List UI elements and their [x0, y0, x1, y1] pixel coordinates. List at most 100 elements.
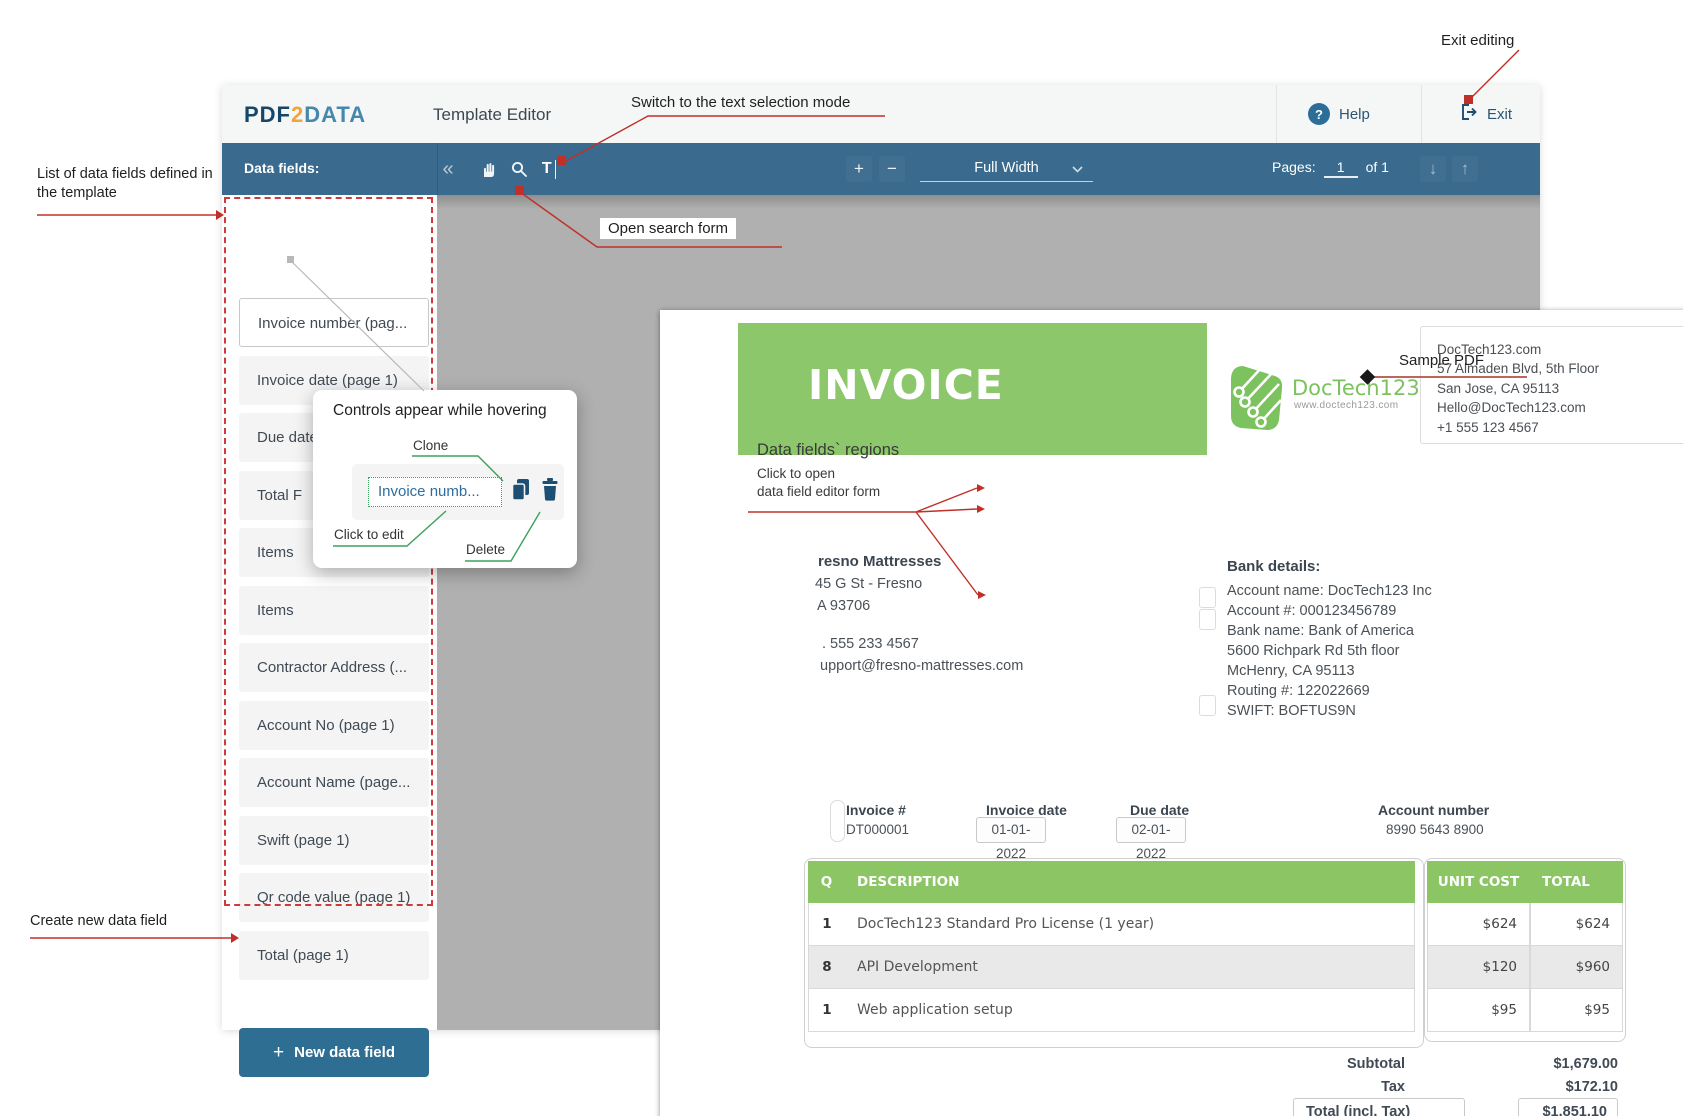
bank-line: 5600 Richpark Rd 5th floor — [1227, 641, 1432, 661]
company-address-box: DocTech123.com 57 Almaden Blvd, 5th Floo… — [1420, 326, 1683, 444]
invoice-title: INVOICE — [808, 361, 1004, 409]
text-selection-mode-button[interactable]: T — [536, 156, 562, 182]
help-button[interactable]: ? Help — [1308, 85, 1370, 143]
bank-line: Account name: DocTech123 Inc — [1227, 581, 1432, 601]
pan-tool-button[interactable] — [474, 156, 500, 182]
total-label-region[interactable]: Total (incl. Tax) — [1293, 1098, 1465, 1116]
hand-icon — [478, 160, 497, 179]
bank-details-heading: Bank details: — [1227, 558, 1320, 575]
cell-description: DocTech123 Standard Pro License (1 year) — [845, 903, 1415, 946]
field-item-items-2[interactable]: Items — [239, 586, 429, 635]
logo-part-pdf: PDF — [244, 102, 291, 127]
tooltip-field-card: Invoice numb... — [352, 464, 564, 520]
pages-total: of 1 — [1366, 159, 1389, 175]
field-item-qr-code[interactable]: Qr code value (page 1) — [239, 873, 429, 922]
create-field-annotation: Create new data field — [30, 913, 167, 929]
due-date-region[interactable]: 02-01-2022 — [1116, 817, 1186, 843]
column-gap — [1415, 903, 1427, 946]
app-logo: PDF2DATA — [244, 102, 366, 128]
region-marker-swift[interactable] — [1199, 695, 1216, 716]
pages-label: Pages: — [1272, 159, 1316, 175]
zoom-in-button[interactable]: + — [846, 156, 872, 182]
table-row: 1 Web application setup $95 $95 — [808, 989, 1623, 1032]
plus-icon: + — [273, 1042, 284, 1064]
text-caret-bar — [555, 160, 557, 179]
account-number-label: Account number — [1378, 802, 1489, 818]
due-date-label: Due date — [1130, 802, 1189, 818]
pdf-viewer: INVOICE DocTech123 www.doctech123.com — [437, 195, 1540, 1030]
delete-icon[interactable] — [540, 477, 560, 503]
pdf-page: INVOICE DocTech123 www.doctech123.com — [660, 310, 1683, 1116]
region-marker-account-name[interactable] — [1199, 587, 1216, 608]
next-page-button[interactable]: ↓ — [1420, 156, 1446, 182]
zoom-out-button[interactable]: − — [879, 156, 905, 182]
regions-annotation-sub2: data field editor form — [757, 484, 880, 499]
delete-annotation-label: Delete — [466, 542, 505, 557]
exit-button[interactable]: Exit — [1458, 85, 1512, 143]
cell-description: API Development — [845, 946, 1415, 989]
region-marker-account-no[interactable] — [1199, 609, 1216, 630]
invoice-no-label: Invoice # — [846, 802, 906, 818]
cell-unit-cost: $624 — [1427, 903, 1530, 946]
cell-qty: 1 — [808, 989, 845, 1032]
page-title: Template Editor — [433, 105, 551, 125]
previous-page-button[interactable]: ↑ — [1452, 156, 1478, 182]
search-button[interactable] — [506, 156, 532, 182]
col-header-description: DESCRIPTION — [845, 861, 1415, 903]
col-header-q: Q — [808, 861, 845, 903]
invoice-items-table: Q DESCRIPTION UNIT COST TOTAL 1 DocTech1… — [808, 861, 1623, 1032]
zoom-level-dropdown[interactable]: Full Width — [920, 156, 1093, 182]
bank-line: SWIFT: BOFTUS9N — [1227, 701, 1432, 721]
collapse-sidebar-button[interactable]: « — [435, 156, 461, 182]
new-data-field-label: New data field — [294, 1044, 395, 1061]
bank-line: Routing #: 122022669 — [1227, 681, 1432, 701]
new-data-field-button[interactable]: + New data field — [239, 1028, 429, 1077]
sender-street-fragment: 45 G St - Fresno — [815, 576, 922, 592]
cell-total: $960 — [1530, 946, 1623, 989]
bank-details-block: Account name: DocTech123 Inc Account #: … — [1227, 581, 1432, 721]
field-edit-chip[interactable]: Invoice numb... — [368, 477, 502, 507]
bank-line: Account #: 000123456789 — [1227, 601, 1432, 621]
exit-icon — [1458, 102, 1478, 126]
header-divider — [1421, 85, 1422, 143]
subtotal-label: Subtotal — [1205, 1056, 1405, 1072]
company-line: San Jose, CA 95113 — [1437, 379, 1683, 398]
data-fields-sidebar: Invoice number (pag... Invoice date (pag… — [222, 195, 437, 1030]
cell-unit-cost: $95 — [1427, 989, 1530, 1032]
invoice-date-region[interactable]: 01-01-2022 — [976, 817, 1046, 843]
field-item-contractor-address[interactable]: Contractor Address (... — [239, 643, 429, 692]
regions-annotation-sub1: Click to open — [757, 466, 835, 481]
cell-total: $624 — [1530, 903, 1623, 946]
tax-value: $172.10 — [1418, 1079, 1618, 1095]
app-header: PDF2DATA Template Editor ? Help Exit — [222, 85, 1540, 143]
field-item-swift[interactable]: Swift (page 1) — [239, 816, 429, 865]
clone-icon[interactable] — [510, 477, 532, 503]
logo-part-2: 2 — [291, 102, 304, 127]
clone-annotation-label: Clone — [413, 438, 448, 453]
column-gap — [1415, 989, 1427, 1032]
field-item-invoice-number[interactable]: Invoice number (pag... — [239, 298, 429, 347]
search-icon — [510, 160, 529, 179]
col-header-total: TOTAL — [1530, 861, 1623, 903]
logo-part-data: DATA — [304, 102, 366, 127]
company-line: Hello@DocTech123.com — [1437, 398, 1683, 417]
field-item-total[interactable]: Total (page 1) — [239, 931, 429, 980]
text-cursor-icon: T — [542, 160, 552, 178]
company-line: +1 555 123 4567 — [1437, 418, 1683, 437]
tax-label: Tax — [1205, 1079, 1405, 1095]
help-icon: ? — [1308, 103, 1330, 125]
invoice-date-label: Invoice date — [986, 802, 1067, 818]
bank-line: McHenry, CA 95113 — [1227, 661, 1432, 681]
table-header-row: Q DESCRIPTION UNIT COST TOTAL — [808, 861, 1623, 903]
chevron-down-icon — [1072, 166, 1083, 173]
sender-zip-fragment: A 93706 — [817, 598, 870, 614]
sender-email-fragment: upport@fresno-mattresses.com — [820, 658, 1023, 674]
total-value-region[interactable]: $1,851.10 — [1518, 1098, 1618, 1116]
pages-control: Pages: 1 of 1 — [1272, 156, 1389, 178]
exit-label: Exit — [1487, 106, 1512, 123]
screenshot-canvas: PDF2DATA Template Editor ? Help Exit Dat… — [0, 0, 1683, 1116]
field-item-account-name[interactable]: Account Name (page... — [239, 758, 429, 807]
field-item-account-no[interactable]: Account No (page 1) — [239, 701, 429, 750]
page-number-input[interactable]: 1 — [1324, 156, 1358, 178]
region-marker-invoice-number[interactable] — [830, 800, 845, 842]
